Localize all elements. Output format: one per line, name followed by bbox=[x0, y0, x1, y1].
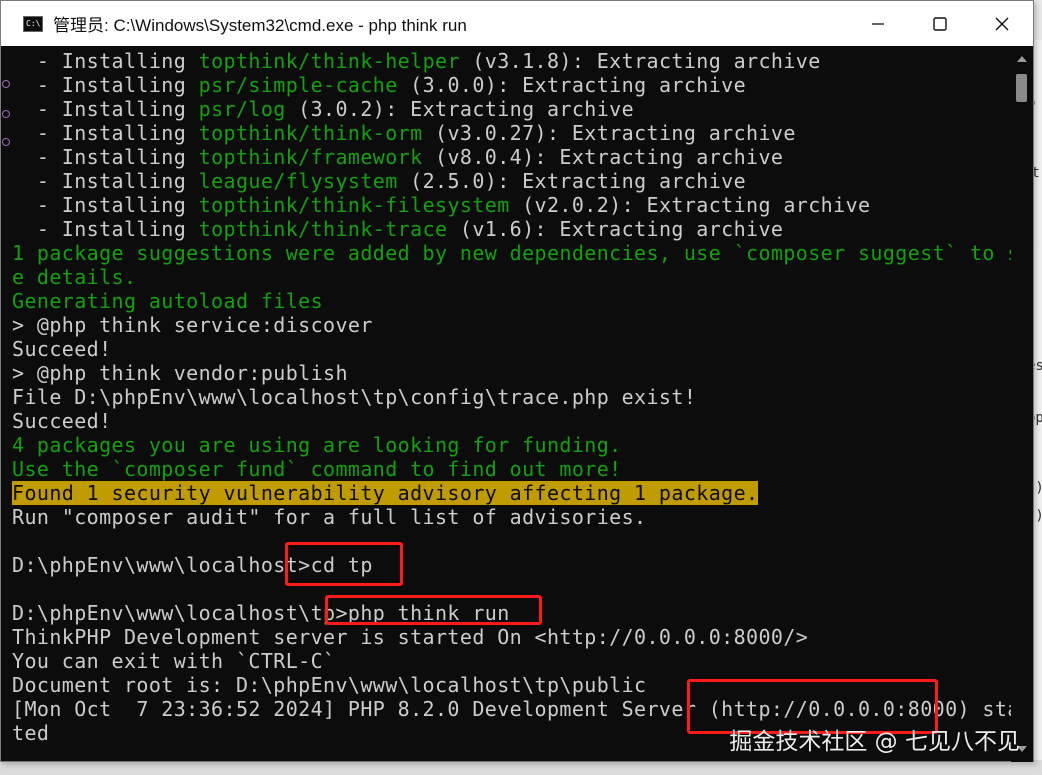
console-line: - Installing league/flysystem (2.5.0): E… bbox=[12, 169, 746, 193]
console-line: > @php think vendor:publish bbox=[12, 361, 348, 385]
console-line: 1 package suggestions were added by new … bbox=[12, 241, 1011, 265]
console-text-segment: - Installing bbox=[12, 217, 199, 241]
vertical-scrollbar[interactable] bbox=[1011, 46, 1033, 762]
console-line: Generating autoload files bbox=[12, 289, 323, 313]
console-text-segment: topthink/think-filesystem bbox=[198, 193, 510, 217]
console-line: ted bbox=[12, 721, 49, 745]
console-line: Run "composer audit" for a full list of … bbox=[12, 505, 647, 529]
console-line: ThinkPHP Development server is started O… bbox=[12, 625, 808, 649]
console-text-segment: - Installing bbox=[12, 193, 199, 217]
console-text-segment: - Installing bbox=[12, 49, 199, 73]
console-text-segment: psr/simple-cache bbox=[198, 73, 398, 97]
console-text-segment: e details. bbox=[12, 265, 137, 289]
console-text-segment: You can exit with `CTRL-C` bbox=[12, 649, 336, 673]
title-bar[interactable]: C:\ 管理员: C:\Windows\System32\cmd.exe - p… bbox=[1, 1, 1033, 46]
console-text-segment: (2.5.0): Extracting archive bbox=[397, 169, 747, 193]
console-text-segment: topthink/think-helper bbox=[198, 49, 460, 73]
console-line: - Installing topthink/think-trace (v1.6)… bbox=[12, 217, 783, 241]
console-line: Use the `composer fund` command to find … bbox=[12, 457, 622, 481]
console-text-segment: (3.0.2): Extracting archive bbox=[285, 97, 635, 121]
cd-command-highlight-box bbox=[285, 542, 403, 586]
console-text-segment: topthink/think-trace bbox=[198, 217, 448, 241]
console-text-segment: - Installing bbox=[12, 97, 199, 121]
cmd-app-icon[interactable]: C:\ bbox=[23, 15, 43, 32]
console-text-segment: - Installing bbox=[12, 169, 199, 193]
console-line: - Installing topthink/think-helper (v3.1… bbox=[12, 49, 821, 73]
console-line: e details. bbox=[12, 265, 136, 289]
watermark: 掘金技术社区 @ 七见八不见 bbox=[729, 729, 1020, 755]
console-text-segment: Use the `composer fund` command to find … bbox=[12, 457, 622, 481]
console-text-segment: topthink/framework bbox=[198, 145, 423, 169]
console-line: - Installing topthink/framework (v8.0.4)… bbox=[12, 145, 783, 169]
console-text-segment: ted bbox=[12, 721, 50, 745]
close-button[interactable] bbox=[971, 1, 1033, 46]
background-markers bbox=[0, 60, 12, 760]
console-line: 4 packages you are using are looking for… bbox=[12, 433, 622, 457]
console-text-segment: Generating autoload files bbox=[12, 289, 324, 313]
maximize-button[interactable] bbox=[909, 1, 971, 46]
window-title: 管理员: C:\Windows\System32\cmd.exe - php t… bbox=[53, 16, 467, 35]
scroll-thumb[interactable] bbox=[1016, 74, 1027, 102]
console-text-segment: (v8.0.4): Extracting archive bbox=[422, 145, 784, 169]
console-text-segment: (v1.6): Extracting archive bbox=[447, 217, 784, 241]
console-line: - Installing topthink/think-filesystem (… bbox=[12, 193, 870, 217]
console-text-segment: ThinkPHP Development server is started O… bbox=[12, 625, 809, 649]
marker-dot-icon bbox=[2, 138, 10, 146]
console-line: - Installing psr/log (3.0.2): Extracting… bbox=[12, 97, 634, 121]
console-line: You can exit with `CTRL-C` bbox=[12, 649, 335, 673]
console-line: Document root is: D:\phpEnv\www\localhos… bbox=[12, 673, 647, 697]
console-text-segment: Document root is: D:\phpEnv\www\localhos… bbox=[12, 673, 647, 697]
marker-dot-icon bbox=[2, 110, 10, 118]
console-line: > @php think service:discover bbox=[12, 313, 373, 337]
console-text-segment: > @php think vendor:publish bbox=[12, 361, 348, 385]
scroll-up-arrow-icon[interactable] bbox=[1017, 56, 1027, 62]
console-line: Succeed! bbox=[12, 409, 112, 433]
console-text-segment: Succeed! bbox=[12, 337, 112, 361]
console-text-segment: (v3.1.8): Extracting archive bbox=[459, 49, 821, 73]
console-text-segment: psr/log bbox=[198, 97, 286, 121]
console-line: - Installing topthink/think-orm (v3.0.27… bbox=[12, 121, 796, 145]
console-text-segment: - Installing bbox=[12, 73, 199, 97]
console-text-segment: - Installing bbox=[12, 121, 199, 145]
close-icon bbox=[995, 17, 1009, 30]
console-text-segment: league/flysystem bbox=[198, 169, 398, 193]
minimize-button[interactable] bbox=[847, 1, 909, 46]
console-text-segment: Run "composer audit" for a full list of … bbox=[12, 505, 647, 529]
minimize-icon bbox=[872, 22, 884, 25]
console-text-segment: (v3.0.27): Extracting archive bbox=[422, 121, 796, 145]
console-text-segment: File D:\phpEnv\www\localhost\tp\config\t… bbox=[12, 385, 697, 409]
console-text-segment: (v2.0.2): Extracting archive bbox=[509, 193, 871, 217]
security-warning-text: Found 1 security vulnerability advisory … bbox=[12, 481, 759, 505]
marker-dot-icon bbox=[2, 80, 10, 88]
console-text-segment: 4 packages you are using are looking for… bbox=[12, 433, 622, 457]
console-line: File D:\phpEnv\www\localhost\tp\config\t… bbox=[12, 385, 696, 409]
console-text-segment: > @php think service:discover bbox=[12, 313, 373, 337]
maximize-icon bbox=[933, 16, 947, 31]
cmd-window[interactable]: C:\ 管理员: C:\Windows\System32\cmd.exe - p… bbox=[0, 0, 1034, 762]
php-think-run-highlight-box bbox=[325, 595, 542, 625]
console-line: Succeed! bbox=[12, 337, 112, 361]
console-line: Found 1 security vulnerability advisory … bbox=[12, 481, 759, 505]
console-text-segment: Succeed! bbox=[12, 409, 112, 433]
console-text-segment: (3.0.0): Extracting archive bbox=[397, 73, 747, 97]
console-output[interactable]: - Installing topthink/think-helper (v3.1… bbox=[1, 46, 1011, 762]
window-controls bbox=[847, 1, 1033, 46]
console-text-segment: - Installing bbox=[12, 145, 199, 169]
console-text-segment: topthink/think-orm bbox=[198, 121, 423, 145]
console-line: - Installing psr/simple-cache (3.0.0): E… bbox=[12, 73, 746, 97]
background-taskbar-edge bbox=[0, 760, 1042, 775]
console-text-segment: 1 package suggestions were added by new … bbox=[12, 241, 1011, 265]
